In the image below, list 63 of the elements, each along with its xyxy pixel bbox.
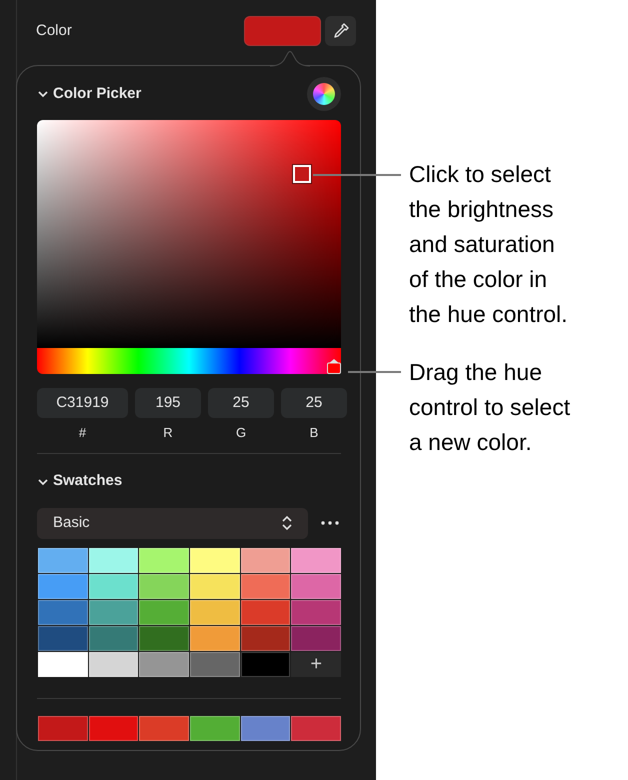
color-swatch[interactable]: [240, 600, 290, 624]
up-down-chevron-icon: [282, 515, 292, 531]
leader-line: [348, 371, 401, 373]
eyedropper-icon: [332, 22, 350, 40]
color-swatch[interactable]: [190, 652, 240, 676]
color-swatch[interactable]: [240, 574, 290, 598]
more-icon[interactable]: [321, 521, 339, 525]
color-swatch[interactable]: [38, 626, 88, 650]
color-swatch[interactable]: [38, 716, 88, 740]
color-swatch[interactable]: [139, 574, 189, 598]
callout-text: Drag the hue control to select a new color.: [409, 358, 572, 457]
color-swatch[interactable]: [291, 548, 341, 572]
color-swatch[interactable]: [88, 600, 138, 624]
color-swatch[interactable]: [139, 600, 189, 624]
color-swatch[interactable]: [139, 652, 189, 676]
color-swatch[interactable]: [240, 716, 290, 740]
color-swatch[interactable]: [190, 574, 240, 598]
color-swatch[interactable]: [240, 626, 290, 650]
color-swatch[interactable]: [240, 652, 290, 676]
chevron-icon[interactable]: [37, 89, 49, 99]
value-field[interactable]: 195: [135, 388, 201, 418]
color-swatch[interactable]: [291, 626, 341, 650]
color-swatch[interactable]: [88, 626, 138, 650]
color-swatch[interactable]: [240, 548, 290, 572]
color-swatch[interactable]: [88, 548, 138, 572]
color-swatch[interactable]: [88, 716, 138, 740]
color-swatch[interactable]: [291, 574, 341, 598]
color-swatch[interactable]: [38, 574, 88, 598]
color-swatch[interactable]: [291, 716, 341, 740]
color-swatch[interactable]: [190, 716, 240, 740]
field-label: G: [236, 424, 246, 442]
section-title: Swatches: [53, 471, 122, 492]
color-swatch[interactable]: [139, 716, 189, 740]
color-wheel-icon: [313, 83, 335, 105]
chevron-icon[interactable]: [37, 476, 49, 486]
saturation-brightness-field[interactable]: [37, 120, 341, 348]
color-swatch[interactable]: [88, 574, 138, 598]
field-label: B: [310, 424, 318, 442]
value-field[interactable]: 25: [208, 388, 274, 418]
color-swatch[interactable]: [38, 548, 88, 572]
section-title: Color Picker: [53, 84, 142, 104]
color-swatch[interactable]: [291, 600, 341, 624]
value-field[interactable]: 25: [281, 388, 347, 418]
color-well[interactable]: [244, 16, 321, 46]
field-label: R: [163, 424, 173, 442]
color-swatch[interactable]: [88, 652, 138, 676]
color-swatch[interactable]: [139, 626, 189, 650]
color-swatch[interactable]: [190, 600, 240, 624]
eyedropper-button[interactable]: [325, 16, 356, 46]
palette-select[interactable]: Basic: [37, 508, 308, 538]
color-swatch[interactable]: [139, 548, 189, 572]
callout-text: Click to select the brightness and saturation of the color in the hue control.: [409, 160, 569, 329]
field-label: #: [78, 424, 86, 442]
hue-slider[interactable]: [37, 348, 341, 374]
add-swatch-button[interactable]: +: [291, 652, 341, 676]
color-swatch[interactable]: [38, 600, 88, 624]
hue-slider-thumb[interactable]: [327, 359, 341, 374]
color-swatch[interactable]: [38, 652, 88, 676]
color-label: Color: [36, 20, 72, 41]
color-swatch[interactable]: [190, 626, 240, 650]
color-selector-handle[interactable]: [293, 164, 312, 183]
value-field[interactable]: C31919: [37, 388, 128, 418]
color-swatch[interactable]: [190, 548, 240, 572]
